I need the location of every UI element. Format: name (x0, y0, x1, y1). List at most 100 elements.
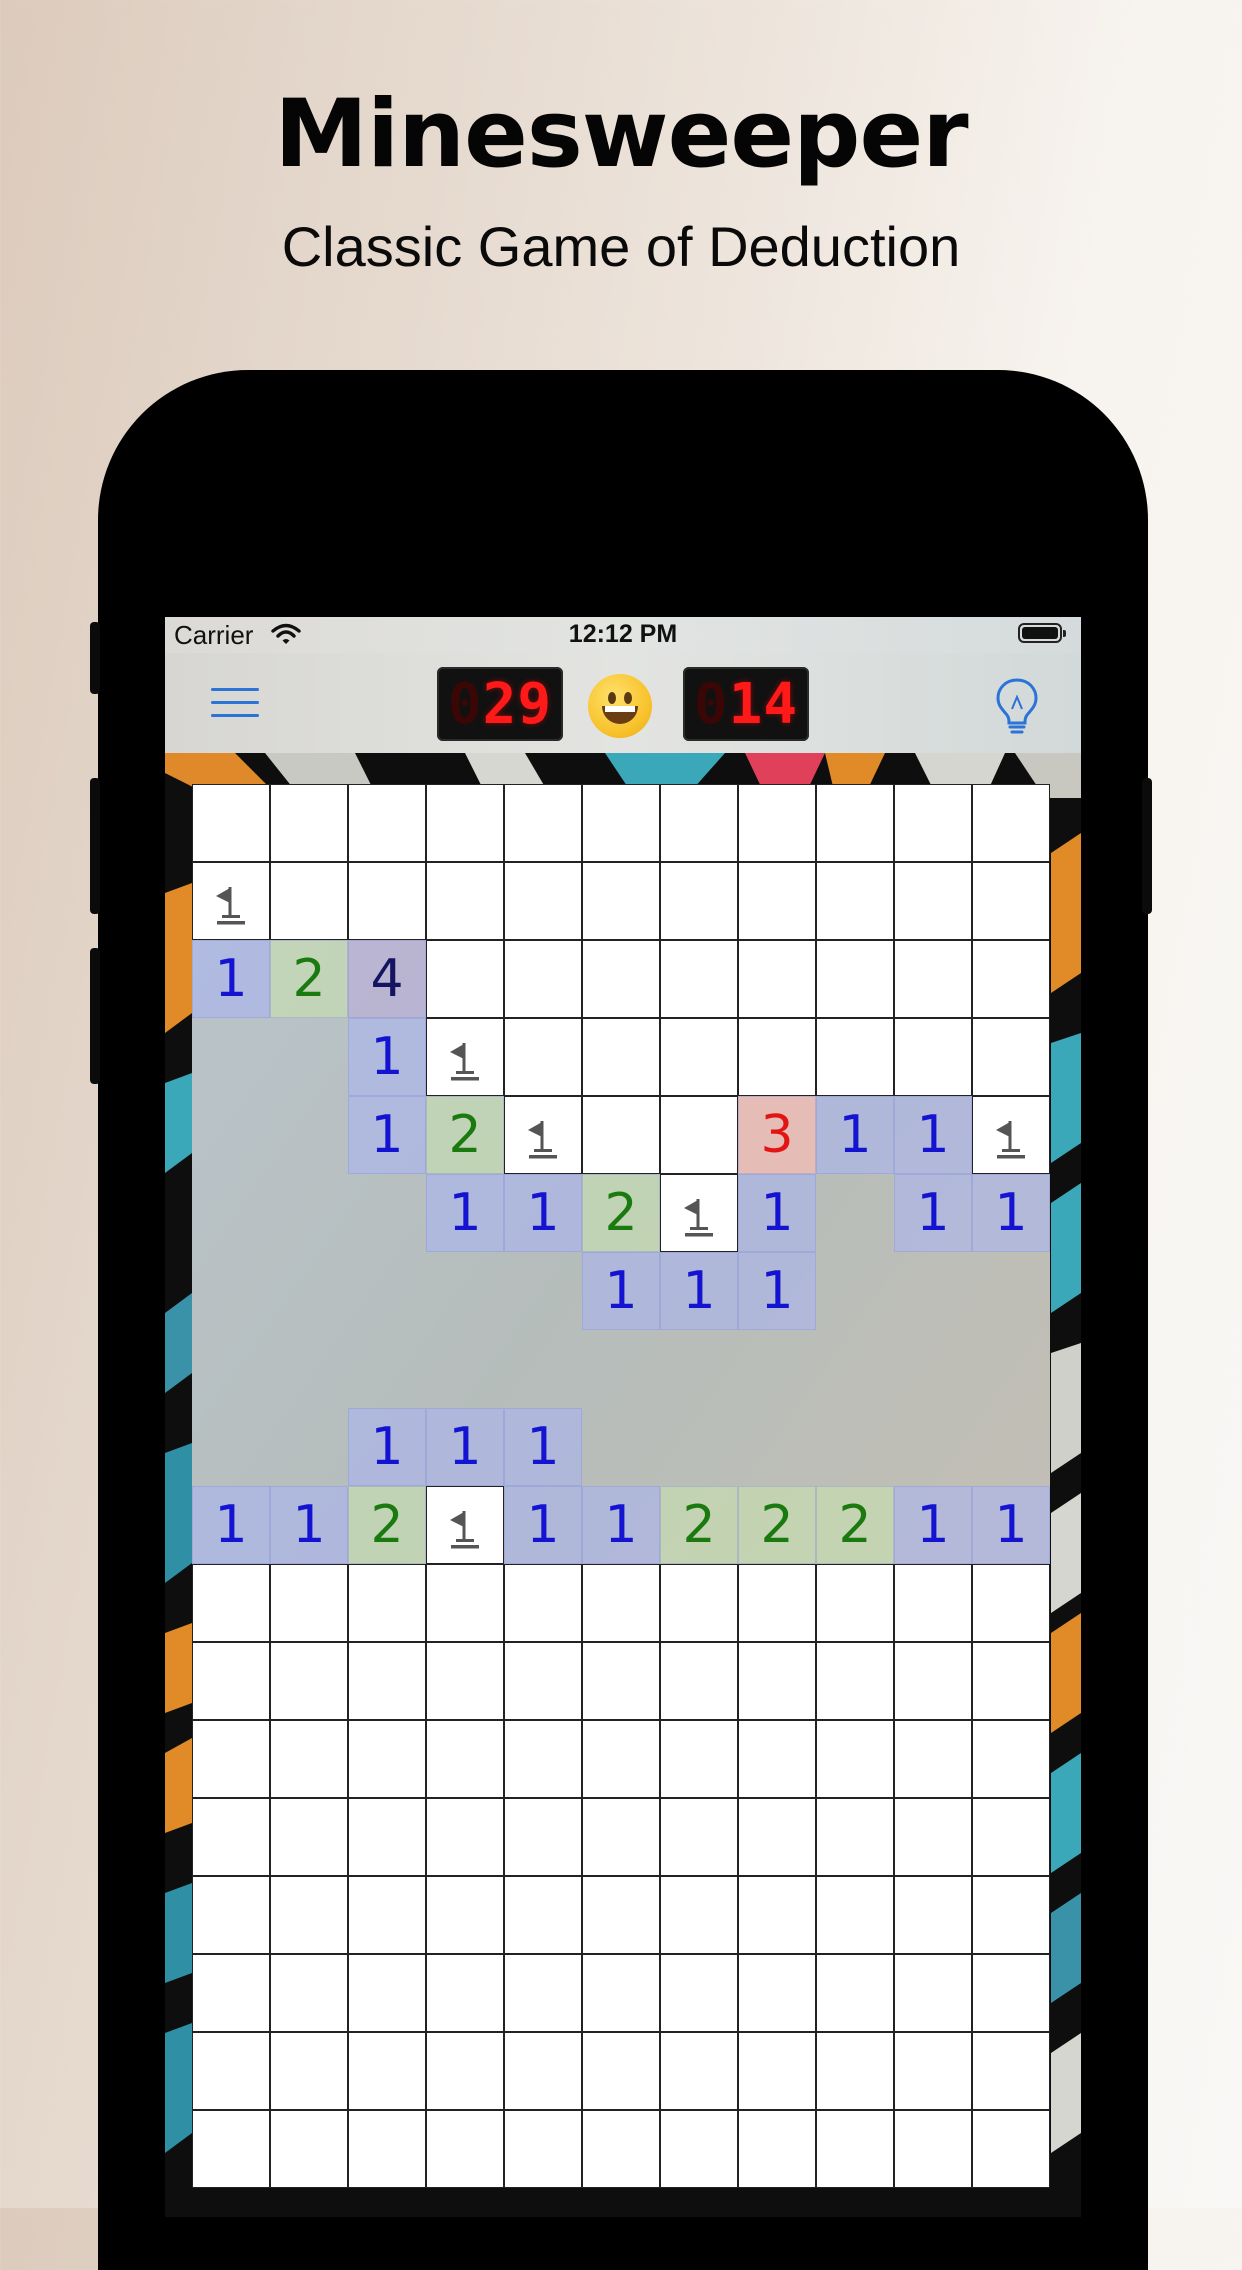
covered-cell[interactable] (660, 1876, 738, 1954)
covered-cell[interactable] (348, 1798, 426, 1876)
number-cell[interactable]: 4 (348, 940, 426, 1018)
covered-cell[interactable] (660, 940, 738, 1018)
flagged-cell[interactable] (504, 1096, 582, 1174)
covered-cell[interactable] (504, 1720, 582, 1798)
number-cell[interactable]: 1 (192, 1486, 270, 1564)
covered-cell[interactable] (972, 1564, 1050, 1642)
number-cell[interactable]: 1 (426, 1408, 504, 1486)
number-cell[interactable]: 1 (972, 1486, 1050, 1564)
covered-cell[interactable] (660, 1798, 738, 1876)
covered-cell[interactable] (660, 1642, 738, 1720)
covered-cell[interactable] (738, 1564, 816, 1642)
covered-cell[interactable] (348, 1876, 426, 1954)
covered-cell[interactable] (270, 784, 348, 862)
flagged-cell[interactable] (660, 1174, 738, 1252)
covered-cell[interactable] (738, 1954, 816, 2032)
number-cell[interactable]: 1 (738, 1174, 816, 1252)
covered-cell[interactable] (270, 1798, 348, 1876)
covered-cell[interactable] (660, 2032, 738, 2110)
covered-cell[interactable] (504, 1876, 582, 1954)
number-cell[interactable]: 1 (192, 940, 270, 1018)
flagged-cell[interactable] (192, 862, 270, 940)
covered-cell[interactable] (348, 1954, 426, 2032)
covered-cell[interactable] (972, 862, 1050, 940)
covered-cell[interactable] (582, 2032, 660, 2110)
covered-cell[interactable] (426, 862, 504, 940)
number-cell[interactable]: 1 (738, 1252, 816, 1330)
covered-cell[interactable] (348, 1720, 426, 1798)
covered-cell[interactable] (738, 1720, 816, 1798)
covered-cell[interactable] (972, 1018, 1050, 1096)
hint-button[interactable] (995, 677, 1039, 742)
covered-cell[interactable] (426, 1564, 504, 1642)
covered-cell[interactable] (972, 784, 1050, 862)
covered-cell[interactable] (972, 1954, 1050, 2032)
covered-cell[interactable] (426, 1954, 504, 2032)
covered-cell[interactable] (426, 1798, 504, 1876)
covered-cell[interactable] (582, 1798, 660, 1876)
covered-cell[interactable] (426, 1720, 504, 1798)
covered-cell[interactable] (270, 1954, 348, 2032)
covered-cell[interactable] (270, 1642, 348, 1720)
covered-cell[interactable] (504, 940, 582, 1018)
covered-cell[interactable] (348, 1642, 426, 1720)
number-cell[interactable]: 1 (348, 1408, 426, 1486)
covered-cell[interactable] (192, 1642, 270, 1720)
covered-cell[interactable] (426, 2032, 504, 2110)
covered-cell[interactable] (894, 1798, 972, 1876)
covered-cell[interactable] (972, 2110, 1050, 2188)
covered-cell[interactable] (894, 862, 972, 940)
covered-cell[interactable] (660, 1018, 738, 1096)
covered-cell[interactable] (426, 784, 504, 862)
covered-cell[interactable] (192, 1876, 270, 1954)
covered-cell[interactable] (582, 1018, 660, 1096)
covered-cell[interactable] (738, 862, 816, 940)
covered-cell[interactable] (270, 2110, 348, 2188)
covered-cell[interactable] (270, 1876, 348, 1954)
covered-cell[interactable] (894, 2032, 972, 2110)
number-cell[interactable]: 1 (582, 1486, 660, 1564)
number-cell[interactable]: 1 (348, 1018, 426, 1096)
covered-cell[interactable] (192, 1954, 270, 2032)
covered-cell[interactable] (192, 2032, 270, 2110)
covered-cell[interactable] (816, 940, 894, 1018)
covered-cell[interactable] (894, 784, 972, 862)
covered-cell[interactable] (192, 1720, 270, 1798)
covered-cell[interactable] (504, 1018, 582, 1096)
number-cell[interactable]: 1 (504, 1174, 582, 1252)
number-cell[interactable]: 1 (972, 1174, 1050, 1252)
covered-cell[interactable] (816, 1720, 894, 1798)
smiley-reset-button[interactable] (588, 674, 652, 738)
number-cell[interactable]: 2 (582, 1174, 660, 1252)
covered-cell[interactable] (738, 1642, 816, 1720)
covered-cell[interactable] (348, 784, 426, 862)
covered-cell[interactable] (348, 1564, 426, 1642)
number-cell[interactable]: 1 (816, 1096, 894, 1174)
covered-cell[interactable] (894, 1018, 972, 1096)
covered-cell[interactable] (270, 1564, 348, 1642)
number-cell[interactable]: 1 (660, 1252, 738, 1330)
covered-cell[interactable] (582, 940, 660, 1018)
covered-cell[interactable] (426, 2110, 504, 2188)
number-cell[interactable]: 1 (348, 1096, 426, 1174)
covered-cell[interactable] (504, 1954, 582, 2032)
covered-cell[interactable] (738, 2032, 816, 2110)
covered-cell[interactable] (504, 1564, 582, 1642)
covered-cell[interactable] (972, 1720, 1050, 1798)
covered-cell[interactable] (894, 1876, 972, 1954)
covered-cell[interactable] (192, 1564, 270, 1642)
number-cell[interactable]: 2 (348, 1486, 426, 1564)
covered-cell[interactable] (504, 1798, 582, 1876)
number-cell[interactable]: 1 (894, 1174, 972, 1252)
covered-cell[interactable] (816, 1018, 894, 1096)
covered-cell[interactable] (816, 862, 894, 940)
covered-cell[interactable] (738, 784, 816, 862)
covered-cell[interactable] (348, 2032, 426, 2110)
number-cell[interactable]: 2 (270, 940, 348, 1018)
covered-cell[interactable] (582, 1096, 660, 1174)
covered-cell[interactable] (582, 1564, 660, 1642)
covered-cell[interactable] (660, 1564, 738, 1642)
covered-cell[interactable] (738, 2110, 816, 2188)
covered-cell[interactable] (270, 1720, 348, 1798)
covered-cell[interactable] (816, 1954, 894, 2032)
